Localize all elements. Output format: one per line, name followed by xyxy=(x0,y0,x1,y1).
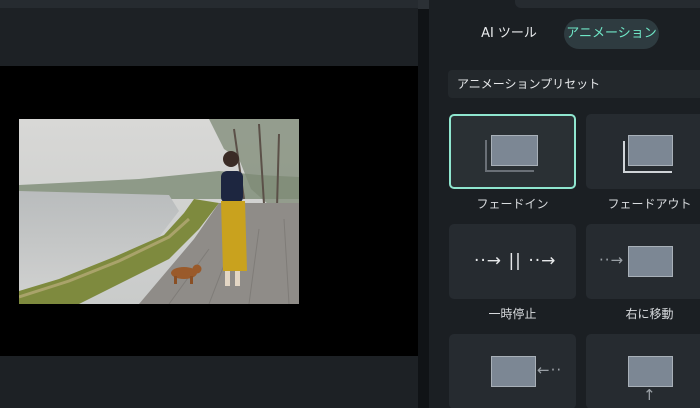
preview-stage[interactable] xyxy=(0,66,418,356)
panel-top-bar xyxy=(515,0,700,8)
arrow-glyph: ↑ xyxy=(643,386,657,404)
pause-icon: ··→ || ··→ xyxy=(474,251,557,271)
animation-panel: AI ツール アニメーション アニメーションプリセット フェードイン フェードア… xyxy=(429,0,700,408)
video-frame xyxy=(19,119,299,304)
tab-ai-tools[interactable]: AI ツール xyxy=(477,19,541,49)
preset-fade-in[interactable] xyxy=(449,114,576,189)
tab-animation[interactable]: アニメーション xyxy=(564,19,659,49)
preset-label: フェードイン xyxy=(476,197,549,211)
preset-fade-out[interactable] xyxy=(586,114,700,189)
video-thumbnail xyxy=(19,119,299,304)
preset-move-left[interactable]: ←·· xyxy=(449,334,576,408)
preset-label: 一時停止 xyxy=(488,307,537,321)
preset-label: フェードアウト xyxy=(607,197,692,211)
arrow-glyph: ←·· xyxy=(537,361,563,379)
preset-section-header[interactable]: アニメーションプリセット xyxy=(448,70,700,98)
preset-move-right[interactable]: ··→ xyxy=(586,224,700,299)
preset-label: 右に移動 xyxy=(625,307,674,321)
preview-toolbar xyxy=(0,0,418,8)
preset-pause[interactable]: ··→ || ··→ xyxy=(449,224,576,299)
preview-area xyxy=(0,0,418,408)
preset-move-up[interactable]: ↑ xyxy=(586,334,700,408)
panel-divider[interactable] xyxy=(418,0,429,408)
arrow-glyph: ··→ xyxy=(599,251,625,269)
editor-window: AI ツール アニメーション アニメーションプリセット フェードイン フェードア… xyxy=(0,0,700,408)
